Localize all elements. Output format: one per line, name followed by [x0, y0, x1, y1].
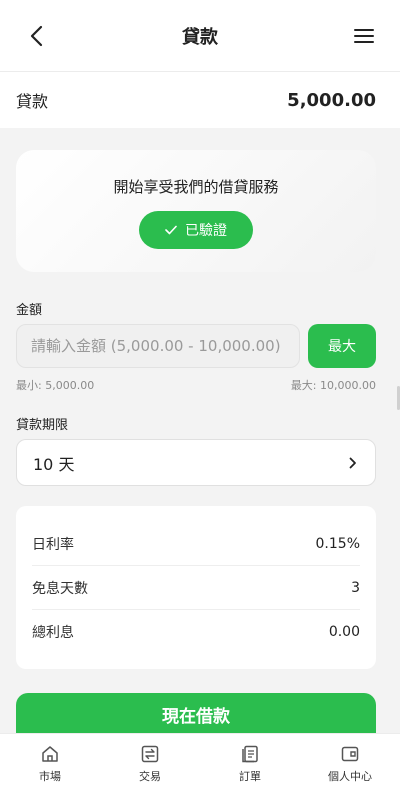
loan-summary-row: 貸款 5,000.00	[0, 72, 400, 128]
rate-row-daily-rate: 日利率 0.15%	[32, 522, 360, 566]
loan-summary-label: 貸款	[16, 92, 49, 111]
total-interest-value: 0.00	[328, 624, 360, 640]
service-card: 開始享受我們的借貸服務 已驗證	[16, 150, 376, 272]
tab-market-label: 市場	[39, 769, 61, 783]
tab-profile-label: 個人中心	[328, 769, 372, 783]
term-select[interactable]: 10 天	[16, 439, 376, 486]
app-header: 貸款	[0, 0, 400, 72]
check-icon	[165, 225, 177, 235]
tab-orders[interactable]: 訂單	[200, 734, 300, 793]
home-icon	[42, 745, 58, 762]
loan-summary-value: 5,000.00	[287, 89, 376, 111]
min-amount-hint: 最小: 5,000.00	[16, 379, 95, 392]
term-selected-value: 10 天	[33, 454, 75, 474]
chevron-left-icon	[30, 25, 43, 47]
tab-orders-label: 訂單	[239, 769, 261, 783]
rate-row-total-interest: 總利息 0.00	[32, 610, 360, 654]
daily-rate-label: 日利率	[32, 536, 74, 553]
service-card-title: 開始享受我們的借貸服務	[113, 178, 279, 196]
bottom-tab-bar: 市場 交易 訂單 個人中心	[0, 733, 400, 793]
menu-button[interactable]	[350, 22, 378, 50]
tab-trade-label: 交易	[139, 769, 161, 783]
hamburger-menu-icon	[354, 29, 374, 43]
total-interest-label: 總利息	[32, 625, 74, 641]
tab-market[interactable]: 市場	[0, 734, 100, 793]
verified-badge: 已驗證	[139, 211, 253, 249]
verified-label: 已驗證	[185, 223, 227, 239]
max-button[interactable]: 最大	[308, 324, 376, 368]
max-amount-hint: 最大: 10,000.00	[290, 379, 376, 392]
rate-row-interest-free-days: 免息天數 3	[32, 566, 360, 610]
tab-profile[interactable]: 個人中心	[300, 734, 400, 793]
page-title: 貸款	[182, 26, 218, 48]
tab-trade[interactable]: 交易	[100, 734, 200, 793]
chevron-right-icon	[349, 457, 356, 468]
orders-icon	[242, 745, 258, 762]
back-button[interactable]	[20, 20, 52, 52]
daily-rate-value: 0.15%	[315, 535, 360, 552]
wallet-icon	[341, 746, 359, 761]
amount-label: 金額	[16, 303, 43, 318]
term-label: 貸款期限	[16, 418, 69, 433]
exchange-icon	[141, 745, 159, 762]
interest-free-days-value: 3	[351, 579, 360, 596]
rates-card: 日利率 0.15% 免息天數 3 總利息 0.00	[16, 506, 376, 669]
interest-free-days-label: 免息天數	[32, 580, 88, 597]
amount-input[interactable]	[16, 324, 300, 368]
